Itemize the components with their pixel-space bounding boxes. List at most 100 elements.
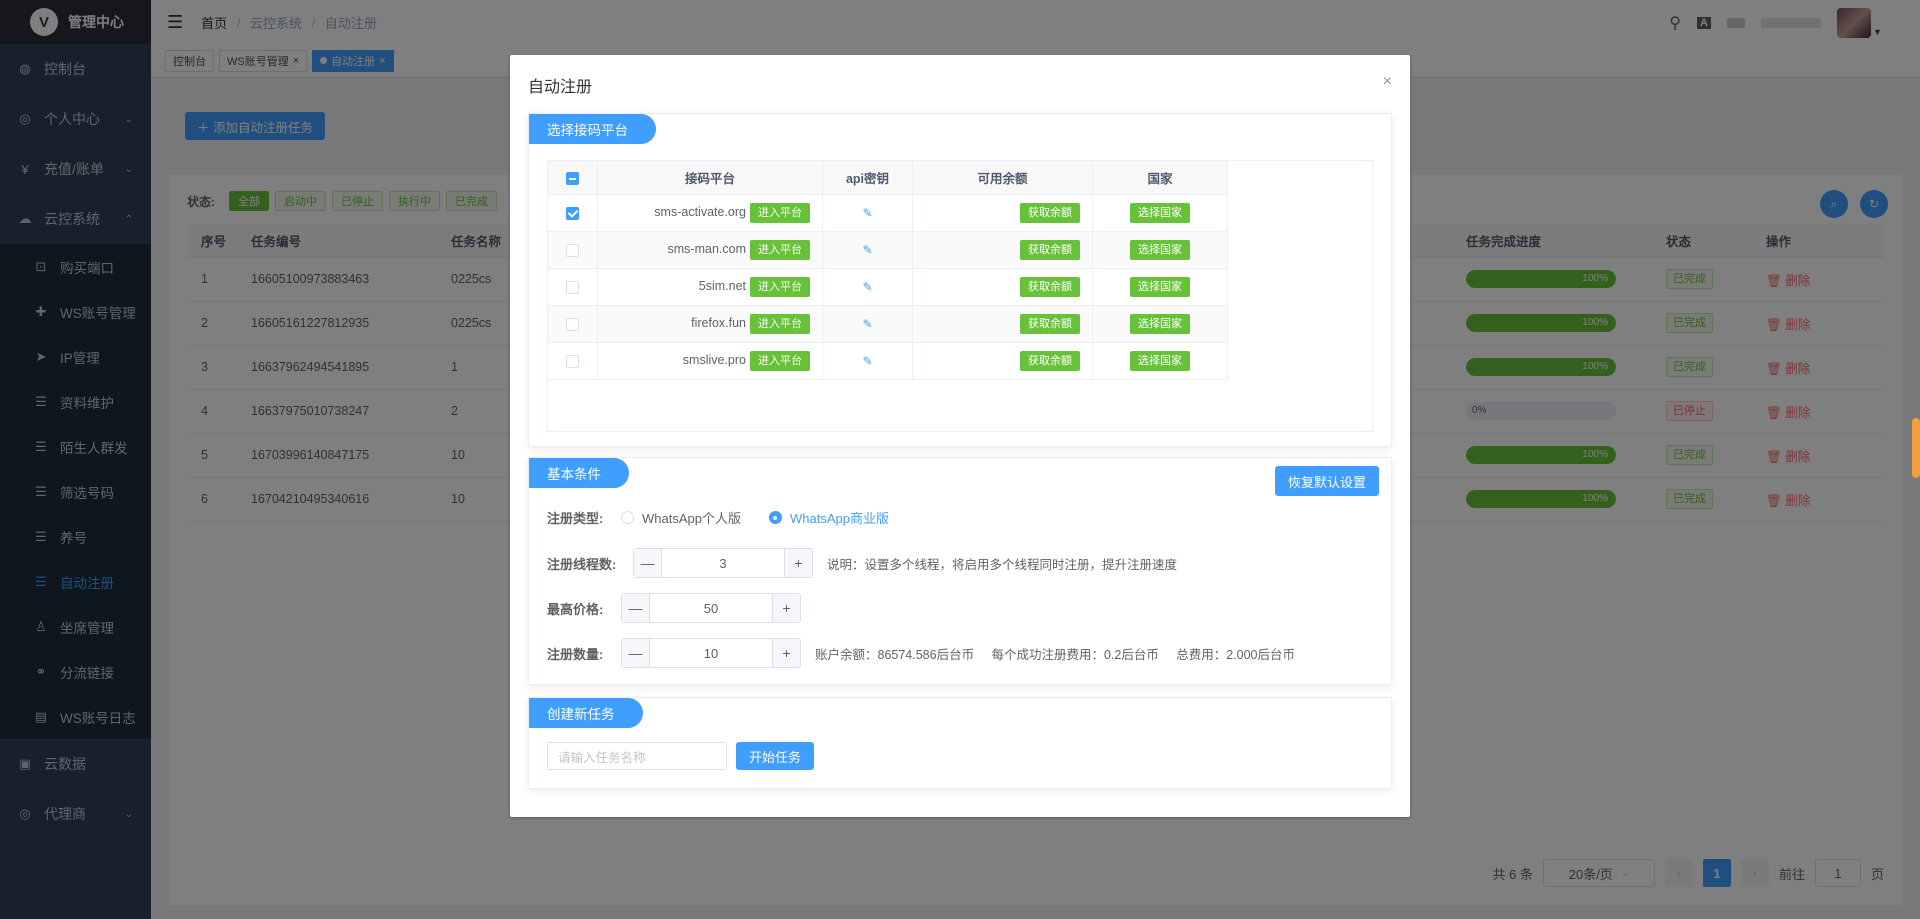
enter-platform-button[interactable]: 进入平台 xyxy=(750,277,810,297)
platform-checkbox[interactable] xyxy=(566,355,579,369)
dialog-title: 自动注册 xyxy=(528,79,593,96)
platform-name: sms-activate.org xyxy=(654,205,746,219)
price-row: 最高价格: — 50 + xyxy=(547,593,801,623)
register-type-row: 注册类型: WhatsApp个人版 WhatsApp商业版 xyxy=(547,508,917,527)
close-icon[interactable]: × xyxy=(1383,73,1392,91)
radio-personal[interactable] xyxy=(621,511,634,524)
basic-section: 基本条件 恢复默认设置 注册类型: WhatsApp个人版 WhatsApp商业… xyxy=(528,457,1392,685)
platform-checkbox[interactable] xyxy=(566,318,579,332)
col-country: 国家 xyxy=(1092,160,1228,195)
get-balance-button[interactable]: 获取余额 xyxy=(1020,240,1080,260)
platform-section: 选择接码平台 接码平台 api密钥 可用余额 国家 sms-activate.o… xyxy=(528,113,1392,447)
threads-decrement[interactable]: — xyxy=(634,549,662,577)
threads-value[interactable]: 3 xyxy=(662,549,784,577)
select-country-button[interactable]: 选择国家 xyxy=(1130,240,1190,260)
country-cell: 选择国家 xyxy=(1092,268,1228,306)
select-all-checkbox[interactable] xyxy=(566,171,579,185)
platform-row: 5sim.net 进入平台 ✎ 获取余额 选择国家 xyxy=(547,268,1228,306)
count-increment[interactable]: + xyxy=(772,639,800,667)
enter-platform-button[interactable]: 进入平台 xyxy=(750,240,810,260)
select-country-button[interactable]: 选择国家 xyxy=(1130,203,1190,223)
count-decrement[interactable]: — xyxy=(622,639,650,667)
select-country-button[interactable]: 选择国家 xyxy=(1130,351,1190,371)
threads-row: 注册线程数: — 3 + 说明：设置多个线程，将启用多个线程同时注册，提升注册速… xyxy=(547,548,1177,578)
basic-section-header: 基本条件 xyxy=(529,458,629,488)
platform-name: firefox.fun xyxy=(691,316,746,330)
threads-stepper: — 3 + xyxy=(633,548,813,578)
api-key-cell: ✎ xyxy=(822,231,913,269)
platform-row: firefox.fun 进入平台 ✎ 获取余额 选择国家 xyxy=(547,305,1228,343)
platform-checkbox-cell xyxy=(547,194,598,232)
balance-cell: 获取余额 xyxy=(912,305,1093,343)
count-label: 注册数量: xyxy=(547,646,604,662)
edit-icon[interactable]: ✎ xyxy=(862,354,872,368)
radio-business[interactable] xyxy=(768,511,782,524)
price-increment[interactable]: + xyxy=(772,594,800,622)
select-country-button[interactable]: 选择国家 xyxy=(1130,314,1190,334)
platform-checkbox[interactable] xyxy=(566,207,579,221)
platform-row: sms-activate.org 进入平台 ✎ 获取余额 选择国家 xyxy=(547,194,1228,232)
get-balance-button[interactable]: 获取余额 xyxy=(1020,351,1080,371)
platform-checkbox-cell xyxy=(547,231,598,269)
get-balance-button[interactable]: 获取余额 xyxy=(1020,203,1080,223)
platform-checkbox-cell xyxy=(547,342,598,380)
edit-icon[interactable]: ✎ xyxy=(862,243,872,257)
country-cell: 选择国家 xyxy=(1092,231,1228,269)
threads-hint: 说明：设置多个线程，将启用多个线程同时注册，提升注册速度 xyxy=(827,557,1178,572)
country-cell: 选择国家 xyxy=(1092,305,1228,343)
threads-label: 注册线程数: xyxy=(547,556,617,572)
enter-platform-button[interactable]: 进入平台 xyxy=(750,351,810,371)
enter-platform-button[interactable]: 进入平台 xyxy=(750,203,810,223)
count-value[interactable]: 10 xyxy=(650,639,772,667)
api-key-cell: ✎ xyxy=(822,268,913,306)
radio-business-label[interactable]: WhatsApp商业版 xyxy=(790,508,889,527)
col-balance: 可用余额 xyxy=(912,160,1093,195)
select-country-button[interactable]: 选择国家 xyxy=(1130,277,1190,297)
platform-name: 5sim.net xyxy=(698,279,746,293)
price-label: 最高价格: xyxy=(547,601,604,617)
balance-cell: 获取余额 xyxy=(912,194,1093,232)
balance-cell: 获取余额 xyxy=(912,342,1093,380)
platform-name-cell: smslive.pro 进入平台 xyxy=(597,342,823,380)
reset-defaults-button[interactable]: 恢复默认设置 xyxy=(1275,466,1379,496)
platform-name-cell: 5sim.net 进入平台 xyxy=(597,268,823,306)
price-decrement[interactable]: — xyxy=(622,594,650,622)
price-value[interactable]: 50 xyxy=(650,594,772,622)
country-cell: 选择国家 xyxy=(1092,194,1228,232)
balance-cell: 获取余额 xyxy=(912,231,1093,269)
balance-cell: 获取余额 xyxy=(912,268,1093,306)
col-platform: 接码平台 xyxy=(597,160,823,195)
get-balance-button[interactable]: 获取余额 xyxy=(1020,314,1080,334)
task-name-input[interactable]: 请输入任务名称 xyxy=(547,742,727,770)
enter-platform-button[interactable]: 进入平台 xyxy=(750,314,810,334)
create-task-section: 创建新任务 请输入任务名称 开始任务 xyxy=(528,697,1392,789)
platform-table: 接码平台 api密钥 可用余额 国家 sms-activate.org 进入平台 ✎… xyxy=(547,160,1228,380)
scrollbar-thumb[interactable] xyxy=(1912,418,1920,478)
col-api-key: api密钥 xyxy=(822,160,913,195)
edit-icon[interactable]: ✎ xyxy=(862,317,872,331)
platform-checkbox[interactable] xyxy=(566,244,579,258)
platform-name-cell: sms-activate.org 进入平台 xyxy=(597,194,823,232)
platform-select-all[interactable] xyxy=(547,160,598,195)
count-hint: 账户余额：86574.586后台币 每个成功注册费用：0.2后台币 总费用：2.… xyxy=(815,647,1295,662)
radio-personal-label[interactable]: WhatsApp个人版 xyxy=(642,508,741,527)
platform-checkbox[interactable] xyxy=(566,281,579,295)
register-type-label: 注册类型: xyxy=(547,511,604,526)
edit-icon[interactable]: ✎ xyxy=(862,280,872,294)
platform-checkbox-cell xyxy=(547,305,598,343)
edit-icon[interactable]: ✎ xyxy=(862,206,872,220)
auto-register-dialog: 自动注册 × 选择接码平台 接码平台 api密钥 可用余额 国家 sms-act… xyxy=(510,55,1410,817)
api-key-cell: ✎ xyxy=(822,342,913,380)
platform-name-cell: firefox.fun 进入平台 xyxy=(597,305,823,343)
api-key-cell: ✎ xyxy=(822,194,913,232)
start-task-button[interactable]: 开始任务 xyxy=(736,742,814,770)
platform-name: smslive.pro xyxy=(682,353,746,367)
create-task-row: 请输入任务名称 开始任务 xyxy=(547,742,814,770)
get-balance-button[interactable]: 获取余额 xyxy=(1020,277,1080,297)
api-key-cell: ✎ xyxy=(822,305,913,343)
platform-section-header: 选择接码平台 xyxy=(529,114,656,144)
count-stepper: — 10 + xyxy=(621,638,801,668)
platform-name-cell: sms-man.com 进入平台 xyxy=(597,231,823,269)
threads-increment[interactable]: + xyxy=(784,549,812,577)
platform-checkbox-cell xyxy=(547,268,598,306)
